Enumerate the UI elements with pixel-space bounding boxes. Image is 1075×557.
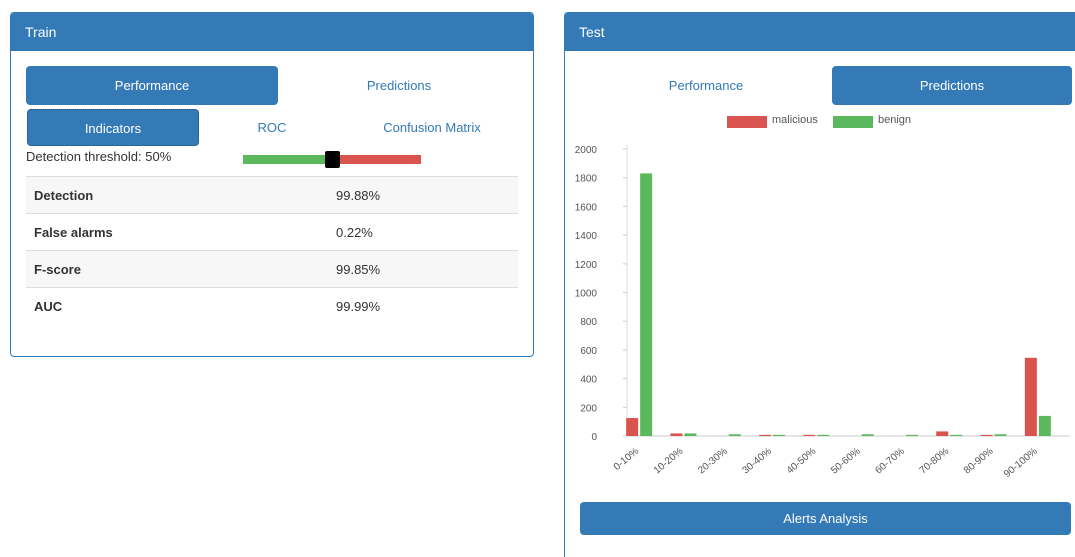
- x-tick-label: 80-90%: [962, 446, 996, 477]
- table-row: F-score 99.85%: [26, 250, 518, 287]
- bar-malicious-8: [980, 434, 993, 436]
- train-tab-predictions[interactable]: Predictions: [273, 66, 525, 105]
- metric-name: F-score: [34, 261, 81, 277]
- train-subtab-confusion-matrix[interactable]: Confusion Matrix: [346, 109, 518, 146]
- y-tick-label: 400: [580, 375, 597, 386]
- y-tick-label: 200: [580, 403, 597, 414]
- metrics-table: Detection 99.88% False alarms 0.22% F-sc…: [26, 176, 518, 324]
- table-row: Detection 99.88%: [26, 176, 518, 213]
- x-tick-label: 0-10%: [612, 446, 641, 473]
- bar-benign-4: [817, 434, 830, 436]
- y-tick-label: 1400: [575, 231, 598, 242]
- metric-name: False alarms: [34, 224, 113, 240]
- test-panel: Test Performance Predictions malicious b…: [564, 12, 1075, 557]
- y-tick-label: 2000: [575, 145, 598, 156]
- alerts-analysis-button[interactable]: Alerts Analysis: [580, 502, 1071, 535]
- threshold-slider-malicious-track[interactable]: [339, 155, 421, 164]
- metric-name: Detection: [34, 187, 94, 203]
- metric-value: 0.22%: [336, 224, 373, 240]
- bar-malicious-3: [759, 434, 772, 436]
- x-tick-label: 70-80%: [918, 446, 952, 477]
- bar-benign-2: [728, 434, 741, 436]
- detection-threshold-label: Detection threshold: 50%: [26, 149, 172, 164]
- y-tick-label: 1200: [575, 260, 598, 271]
- threshold-slider-benign-track[interactable]: [243, 155, 333, 164]
- y-tick-label: 0: [591, 432, 597, 443]
- y-tick-label: 1600: [575, 202, 598, 213]
- bar-benign-8: [994, 434, 1007, 436]
- metric-value: 99.99%: [336, 298, 381, 314]
- y-tick-label: 800: [580, 317, 597, 328]
- bar-benign-5: [861, 434, 874, 436]
- test-panel-title: Test: [565, 13, 1075, 51]
- x-tick-label: 20-30%: [696, 446, 730, 477]
- bar-malicious-9: [1024, 357, 1037, 436]
- test-tab-performance[interactable]: Performance: [580, 66, 832, 105]
- bar-benign-6: [905, 434, 918, 436]
- bar-malicious-7: [936, 431, 949, 436]
- train-tab-performance[interactable]: Performance: [26, 66, 278, 105]
- train-panel-title: Train: [11, 13, 533, 51]
- threshold-slider-handle[interactable]: [325, 151, 340, 168]
- metric-name: AUC: [34, 298, 63, 314]
- bar-benign-0: [640, 173, 653, 436]
- bar-benign-9: [1038, 415, 1051, 436]
- bar-benign-1: [684, 433, 697, 436]
- metric-value: 99.85%: [336, 261, 381, 277]
- x-tick-label: 30-40%: [741, 446, 775, 477]
- train-subtab-indicators[interactable]: Indicators: [27, 109, 199, 146]
- bar-benign-3: [773, 434, 786, 436]
- y-tick-label: 1000: [575, 289, 598, 300]
- predictions-bar-chart: 0 200 400 600 800 1000 1200 1400 1600 1800 2000 0-1…: [575, 145, 1070, 480]
- table-row: False alarms 0.22%: [26, 213, 518, 250]
- bar-malicious-1: [670, 433, 683, 436]
- x-tick-label: 50-60%: [829, 446, 863, 477]
- table-row: AUC 99.99%: [26, 287, 518, 324]
- train-panel: Train Performance Predictions Indicators…: [10, 12, 534, 357]
- bar-malicious-4: [803, 434, 816, 436]
- train-subtab-roc[interactable]: ROC: [186, 109, 358, 146]
- y-tick-label: 1800: [575, 174, 598, 185]
- x-tick-label: 60-70%: [873, 446, 907, 477]
- x-tick-label: 40-50%: [785, 446, 819, 477]
- bar-malicious-0: [626, 418, 639, 436]
- y-tick-label: 600: [580, 346, 597, 357]
- x-tick-label: 90-100%: [1002, 446, 1040, 480]
- test-tab-predictions[interactable]: Predictions: [832, 66, 1072, 105]
- bar-benign-7: [950, 434, 963, 436]
- x-tick-label: 10-20%: [652, 446, 686, 477]
- metric-value: 99.88%: [336, 187, 381, 203]
